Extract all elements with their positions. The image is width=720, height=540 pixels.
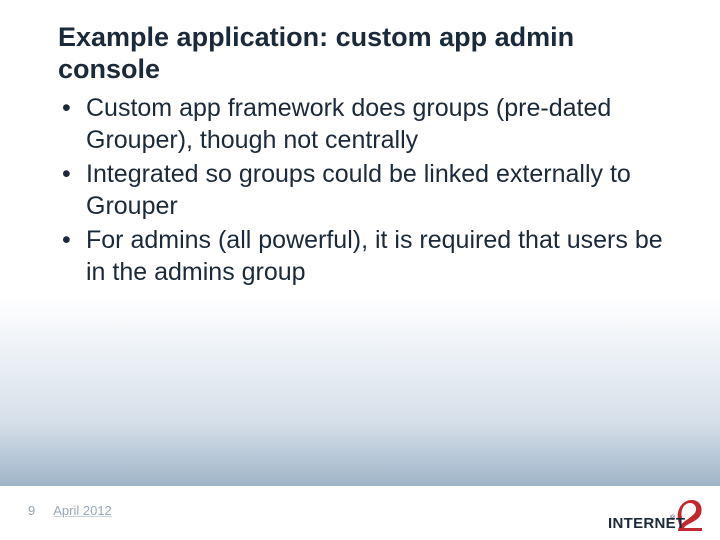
page-number: 9 [28, 503, 35, 518]
logo-registered: ® [670, 514, 676, 522]
footer-bar: 9 April 2012 [28, 503, 112, 518]
bullet-item: Integrated so groups could be linked ext… [58, 158, 680, 222]
internet2-logo-icon: INTERNET ® [608, 488, 704, 532]
bullet-item: Custom app framework does groups (pre-da… [58, 92, 680, 156]
bullet-item: For admins (all powerful), it is require… [58, 224, 680, 288]
slide-content: Example application: custom app admin co… [58, 22, 680, 290]
slide-footer: 9 April 2012 INTERNET ® [0, 486, 720, 540]
slide-title: Example application: custom app admin co… [58, 22, 680, 86]
bullet-list: Custom app framework does groups (pre-da… [58, 92, 680, 288]
footer-date: April 2012 [53, 503, 112, 518]
